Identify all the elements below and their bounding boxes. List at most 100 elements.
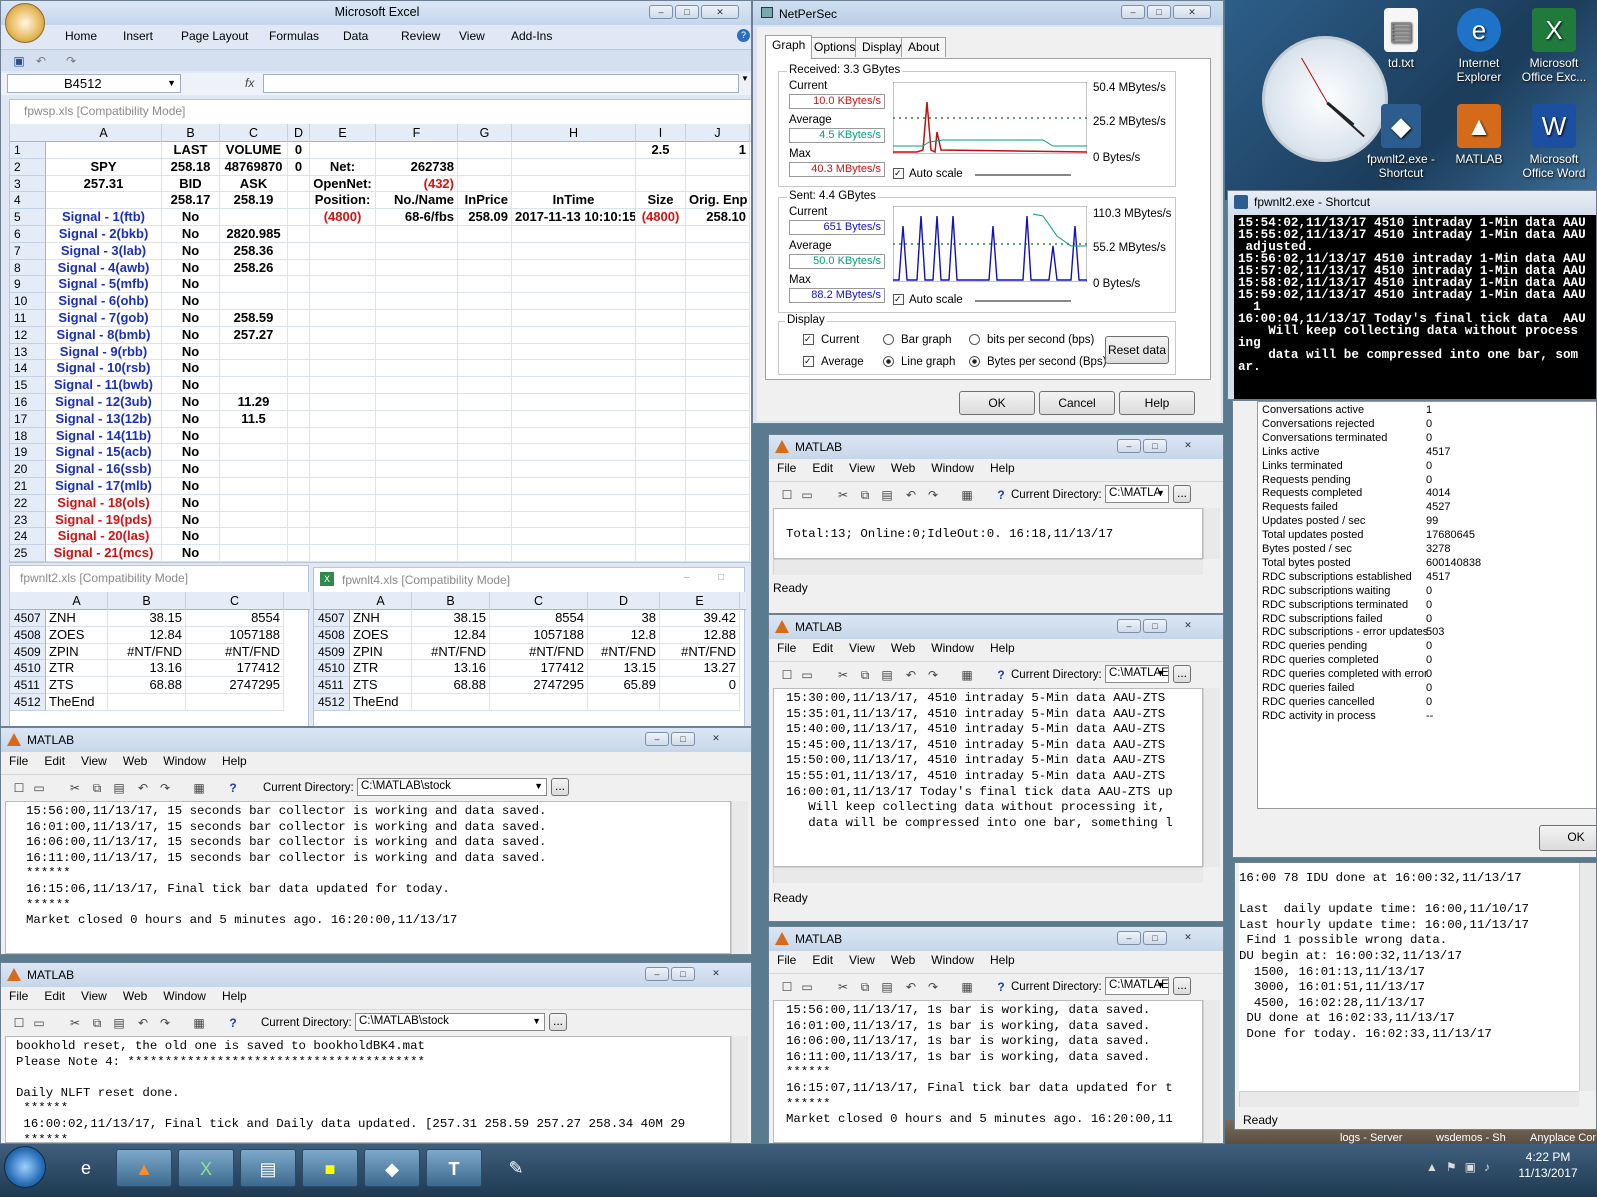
desktop-icon-excel[interactable]: X Microsoft Office Exc... — [1515, 8, 1593, 84]
new-file-icon[interactable]: ☐ — [779, 667, 795, 683]
table-cell[interactable] — [512, 410, 636, 428]
table-cell[interactable] — [686, 511, 750, 529]
bps-radio[interactable] — [969, 334, 980, 345]
matlab-close-button[interactable]: ✕ — [697, 732, 735, 746]
matlab-minimize-button[interactable]: – — [645, 732, 669, 746]
sheet2-column-header[interactable]: C — [186, 592, 284, 610]
row-number[interactable]: 4510 — [10, 660, 46, 678]
table-cell[interactable]: Signal - 11(bwb) — [46, 377, 162, 394]
row-number[interactable]: 9 — [10, 276, 46, 294]
menu-view[interactable]: View — [849, 641, 875, 661]
ribbon-tab-data[interactable]: Data — [333, 29, 391, 43]
table-cell[interactable] — [512, 326, 636, 344]
table-cell[interactable] — [288, 310, 310, 327]
table-cell[interactable] — [458, 158, 512, 176]
table-cell[interactable]: 13.15 — [588, 660, 660, 678]
table-cell[interactable] — [376, 545, 458, 562]
table-cell[interactable] — [288, 360, 310, 378]
menu-web[interactable]: Web — [123, 754, 147, 774]
table-cell[interactable]: 258.10 — [686, 209, 750, 226]
table-cell[interactable] — [376, 410, 458, 428]
copy-icon[interactable]: ⧉ — [857, 487, 873, 503]
table-cell[interactable]: No — [162, 394, 220, 411]
table-cell[interactable] — [376, 528, 458, 546]
redo-icon[interactable]: ↷ — [63, 53, 79, 69]
matlab-minimize-button[interactable]: – — [1117, 619, 1141, 633]
table-cell[interactable]: 2747295 — [186, 677, 284, 694]
table-cell[interactable]: ZPIN — [350, 643, 412, 661]
table-cell[interactable]: No — [162, 242, 220, 260]
matlab-restore-button[interactable]: □ — [671, 967, 695, 981]
table-cell[interactable]: 258.59 — [220, 310, 288, 327]
recv-scale-slider[interactable] — [975, 174, 1071, 176]
table-cell[interactable] — [220, 343, 288, 361]
table-cell[interactable]: TheEnd — [350, 694, 412, 711]
table-cell[interactable]: No — [162, 444, 220, 462]
current-directory-dropdown[interactable]: C:\MATLAE ▼ — [1105, 665, 1169, 683]
table-cell[interactable]: 2747295 — [490, 677, 588, 694]
menu-view[interactable]: View — [81, 754, 107, 774]
table-cell[interactable] — [220, 427, 288, 445]
simulink-icon[interactable]: ▦ — [959, 667, 975, 683]
sheet-column-header[interactable]: E — [310, 124, 376, 142]
table-cell[interactable] — [220, 545, 288, 562]
menu-window[interactable]: Window — [163, 754, 206, 774]
log6-vertical-scrollbar[interactable] — [1579, 863, 1596, 1091]
menu-web[interactable]: Web — [891, 641, 915, 661]
table-cell[interactable] — [636, 394, 686, 411]
table-cell[interactable] — [288, 276, 310, 294]
new-file-icon[interactable]: ☐ — [11, 1015, 27, 1031]
menu-help[interactable]: Help — [990, 953, 1015, 973]
table-cell[interactable] — [310, 545, 376, 562]
undo-icon[interactable]: ↶ — [903, 979, 919, 995]
log6-horizontal-scrollbar[interactable] — [1239, 1091, 1579, 1107]
table-cell[interactable] — [512, 259, 636, 277]
table-cell[interactable] — [310, 528, 376, 546]
table-cell[interactable] — [512, 545, 636, 562]
table-cell[interactable] — [376, 259, 458, 277]
current-directory-dropdown[interactable]: C:\MATLA ▼ — [1105, 485, 1169, 503]
table-cell[interactable]: 12.8 — [588, 626, 660, 644]
command-window[interactable]: Total:13; Online:0;IdleOut:0. 16:18,11/1… — [773, 508, 1203, 559]
row-number[interactable]: 4508 — [10, 626, 46, 644]
table-cell[interactable] — [512, 444, 636, 462]
table-cell[interactable]: ZPIN — [46, 643, 108, 661]
table-cell[interactable] — [412, 694, 490, 711]
table-cell[interactable] — [512, 511, 636, 529]
cut-icon[interactable]: ✂ — [835, 979, 851, 995]
vertical-scrollbar[interactable] — [1203, 1000, 1220, 1143]
save-icon[interactable]: ▣ — [11, 53, 27, 69]
open-folder-icon[interactable]: ▭ — [799, 979, 815, 995]
excel-minimize-button[interactable]: – — [649, 5, 673, 19]
help-icon[interactable]: ? — [993, 487, 1009, 503]
table-cell[interactable] — [636, 444, 686, 462]
table-cell[interactable] — [512, 528, 636, 546]
sheet-column-header[interactable]: H — [512, 124, 636, 142]
menu-edit[interactable]: Edit — [44, 989, 65, 1009]
row-number[interactable]: 25 — [10, 545, 46, 562]
table-cell[interactable] — [636, 242, 686, 260]
table-cell[interactable] — [458, 242, 512, 260]
table-cell[interactable] — [512, 427, 636, 445]
table-cell[interactable] — [310, 478, 376, 495]
matlab-minimize-button[interactable]: – — [1117, 931, 1141, 945]
matlab-close-button[interactable]: ✕ — [1169, 931, 1207, 945]
table-cell[interactable]: #NT/FND — [588, 643, 660, 661]
table-cell[interactable] — [458, 360, 512, 378]
table-cell[interactable] — [288, 444, 310, 462]
table-cell[interactable] — [310, 427, 376, 445]
cut-icon[interactable]: ✂ — [67, 1015, 83, 1031]
undo-icon[interactable]: ↶ — [903, 487, 919, 503]
table-cell[interactable] — [512, 242, 636, 260]
table-cell[interactable] — [512, 310, 636, 327]
table-cell[interactable] — [636, 158, 686, 176]
command-window[interactable]: 15:30:00,11/13/17, 4510 intraday 5-Min d… — [773, 688, 1203, 867]
table-cell[interactable]: Signal - 5(mfb) — [46, 276, 162, 294]
row-number[interactable]: 4507 — [10, 610, 46, 627]
table-cell[interactable]: Size — [636, 192, 686, 210]
table-cell[interactable] — [310, 377, 376, 394]
table-cell[interactable] — [686, 293, 750, 310]
table-cell[interactable] — [458, 343, 512, 361]
table-cell[interactable]: No — [162, 461, 220, 478]
table-cell[interactable]: ASK — [220, 175, 288, 193]
